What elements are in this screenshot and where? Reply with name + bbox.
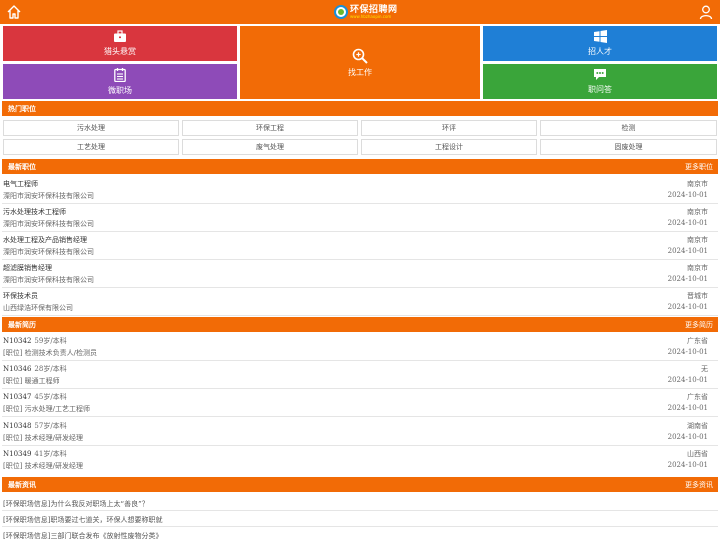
logo-mark: [334, 5, 348, 19]
more-resumes-link[interactable]: 更多简历: [685, 320, 713, 330]
resume-code[interactable]: N10346: [3, 365, 31, 373]
job-row[interactable]: 超滤膜销售经理 溧阳市润安环保科技有限公司 南京市 2024-10-01: [2, 260, 718, 288]
logo-url: www.hbzhaopin.com: [350, 13, 392, 19]
windows-icon: [593, 30, 607, 43]
headhunt-tile[interactable]: 猎头悬赏: [3, 26, 237, 61]
more-jobs-link[interactable]: 更多职位: [685, 162, 713, 172]
top-bar: 环保招聘网 www.hbzhaopin.com: [0, 0, 720, 24]
resume-region: 广东省: [687, 393, 708, 401]
job-city: 南京市: [687, 208, 708, 216]
resume-row[interactable]: N10342 59岁/本科 [职位] 检测技术负责人/检测员 广东省 2024-1…: [2, 333, 718, 361]
resume-row[interactable]: N10346 28岁/本科 [职位] 暖通工程师 无 2024-10-01: [2, 361, 718, 389]
job-company: 溧阳市润安环保科技有限公司: [3, 220, 94, 228]
latest-jobs-title: 最新职位: [8, 163, 36, 171]
job-city: 晋城市: [687, 292, 708, 300]
qa-tile[interactable]: 职问答: [483, 64, 717, 99]
hot-job-tag[interactable]: 工艺处理: [3, 139, 179, 155]
resume-position: [职位] 检测技术负责人/检测员: [3, 349, 98, 357]
job-row[interactable]: 水处理工程及产品销售经理 溧阳市润安环保科技有限公司 南京市 2024-10-0…: [2, 232, 718, 260]
hot-job-tag[interactable]: 废气处理: [182, 139, 358, 155]
hot-job-tag[interactable]: 固废处理: [540, 139, 717, 155]
resume-position: [职位] 技术经理/研发经理: [3, 462, 84, 470]
job-title[interactable]: 电气工程师: [3, 179, 38, 189]
job-fair-label: 微职场: [108, 85, 132, 95]
hot-job-tag[interactable]: 污水处理: [3, 120, 179, 136]
job-fair-tile[interactable]: 微职场: [3, 64, 237, 99]
job-city: 南京市: [687, 236, 708, 244]
job-date: 2024-10-01: [667, 303, 708, 311]
resume-meta: 45岁/本科: [34, 393, 67, 401]
resume-region: 广东省: [687, 337, 708, 345]
news-item[interactable]: [环保职场信息]职场要过七道关，环保人想要称职就: [2, 511, 718, 527]
site-logo[interactable]: 环保招聘网 www.hbzhaopin.com: [334, 2, 398, 22]
resume-row[interactable]: N10349 41岁/本科 [职位] 技术经理/研发经理 山西省 2024-10-…: [2, 446, 718, 474]
search-icon: [352, 48, 368, 64]
resume-date: 2024-10-01: [667, 433, 708, 441]
resume-position: [职位] 暖通工程师: [3, 377, 60, 385]
hot-jobs-title: 热门职位: [8, 105, 36, 113]
hot-jobs-header: 热门职位: [2, 101, 718, 116]
resume-row[interactable]: N10347 45岁/本科 [职位] 污水处理/工艺工程师 广东省 2024-10…: [2, 389, 718, 417]
document-icon: [114, 67, 126, 82]
resume-position: [职位] 技术经理/研发经理: [3, 434, 84, 442]
resume-region: 湖南省: [687, 422, 708, 430]
job-title[interactable]: 污水处理技术工程师: [3, 207, 66, 217]
hot-job-tag[interactable]: 检测: [540, 120, 717, 136]
briefcase-icon: [114, 30, 126, 42]
recruit-label: 招人才: [588, 47, 612, 56]
resume-date: 2024-10-01: [667, 404, 708, 412]
resume-code[interactable]: N10348: [3, 422, 31, 430]
find-job-tile[interactable]: 找工作: [240, 26, 480, 99]
job-city: 南京市: [687, 264, 708, 272]
find-job-label: 找工作: [348, 67, 372, 77]
resume-code[interactable]: N10342: [3, 337, 31, 345]
job-company: 溧阳市润安环保科技有限公司: [3, 248, 94, 256]
headhunt-label: 猎头悬赏: [104, 47, 136, 56]
resume-row[interactable]: N10348 57岁/本科 [职位] 技术经理/研发经理 湖南省 2024-10-…: [2, 418, 718, 446]
more-news-link[interactable]: 更多资讯: [685, 480, 713, 490]
hot-job-tag[interactable]: 工程设计: [361, 139, 537, 155]
resume-date: 2024-10-01: [667, 376, 708, 384]
qa-label: 职问答: [588, 85, 612, 94]
resume-code[interactable]: N10347: [3, 393, 31, 401]
resume-region: 山西省: [687, 450, 708, 458]
home-icon[interactable]: [6, 4, 22, 20]
resume-meta: 28岁/本科: [34, 365, 67, 373]
job-date: 2024-10-01: [667, 247, 708, 255]
latest-news-title: 最新资讯: [8, 481, 36, 489]
job-company: 溧阳市润安环保科技有限公司: [3, 276, 94, 284]
job-row[interactable]: 污水处理技术工程师 溧阳市润安环保科技有限公司 南京市 2024-10-01: [2, 204, 718, 232]
job-title[interactable]: 超滤膜销售经理: [3, 263, 52, 273]
job-title[interactable]: 环保技术员: [3, 291, 38, 301]
hot-job-tag[interactable]: 环保工程: [182, 120, 358, 136]
job-company: 山西绿浩环保有限公司: [3, 304, 73, 312]
resume-meta: 41岁/本科: [34, 450, 67, 458]
resume-position: [职位] 污水处理/工艺工程师: [3, 405, 91, 413]
resume-date: 2024-10-01: [667, 461, 708, 469]
job-date: 2024-10-01: [667, 191, 708, 199]
resume-code[interactable]: N10349: [3, 450, 31, 458]
resume-meta: 57岁/本科: [34, 422, 67, 430]
resume-region: 无: [701, 365, 708, 373]
job-city: 南京市: [687, 180, 708, 188]
job-date: 2024-10-01: [667, 219, 708, 227]
job-row[interactable]: 环保技术员 山西绿浩环保有限公司 晋城市 2024-10-01: [2, 288, 718, 316]
latest-jobs-header: 最新职位 更多职位: [2, 159, 718, 174]
hot-job-tag[interactable]: 环评: [361, 120, 537, 136]
job-title[interactable]: 水处理工程及产品销售经理: [3, 235, 87, 245]
latest-resumes-title: 最新简历: [8, 321, 36, 329]
latest-resumes-header: 最新简历 更多简历: [2, 317, 718, 332]
job-company: 溧阳市润安环保科技有限公司: [3, 192, 94, 200]
latest-news-header: 最新资讯 更多资讯: [2, 477, 718, 492]
job-row[interactable]: 电气工程师 溧阳市润安环保科技有限公司 南京市 2024-10-01: [2, 176, 718, 204]
resume-meta: 59岁/本科: [34, 337, 67, 345]
resume-date: 2024-10-01: [667, 348, 708, 356]
recruit-tile[interactable]: 招人才: [483, 26, 717, 61]
user-icon[interactable]: [698, 4, 714, 20]
job-date: 2024-10-01: [667, 275, 708, 283]
news-item[interactable]: [环保职场信息]三部门联合发布《放射性废物分类》: [2, 527, 718, 543]
news-item[interactable]: [环保职场信息]为什么我反对职场上太“善良”？: [2, 495, 718, 511]
chat-icon: [594, 69, 606, 80]
